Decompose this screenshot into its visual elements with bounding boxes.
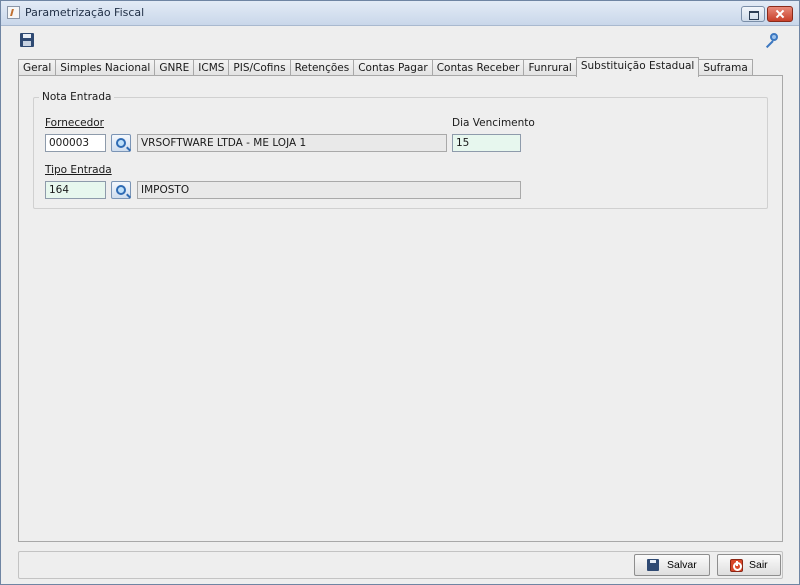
dia-vencimento-field[interactable]: 15 xyxy=(452,134,521,152)
app-icon xyxy=(7,6,20,19)
magnifier-icon xyxy=(116,138,126,148)
restore-button[interactable] xyxy=(741,6,765,22)
fornecedor-label: Fornecedor xyxy=(45,117,104,129)
close-button[interactable] xyxy=(767,6,793,22)
key-icon xyxy=(765,40,774,49)
tab-panel-substituicao-estadual: Nota Entrada Fornecedor 000003 VRSOFTWAR… xyxy=(18,75,783,542)
tipo-entrada-code-field[interactable]: 164 xyxy=(45,181,106,199)
toolbar-save-button[interactable] xyxy=(19,32,35,48)
fornecedor-description-field: VRSOFTWARE LTDA - ME LOJA 1 xyxy=(137,134,447,152)
main-window: Parametrização Fiscal Geral Simples Nacio… xyxy=(0,0,800,585)
nota-entrada-group: Nota Entrada Fornecedor 000003 VRSOFTWAR… xyxy=(33,91,768,209)
window-title: Parametrização Fiscal xyxy=(25,6,145,19)
sair-label: Sair xyxy=(749,559,768,571)
dia-vencimento-label: Dia Vencimento xyxy=(452,117,535,129)
tipo-entrada-description-field: IMPOSTO xyxy=(137,181,521,199)
tipo-entrada-lookup-button[interactable] xyxy=(111,181,131,199)
exit-icon xyxy=(730,559,743,572)
tipo-entrada-label: Tipo Entrada xyxy=(45,164,112,176)
magnifier-icon xyxy=(116,185,126,195)
floppy-disk-icon xyxy=(20,33,34,47)
tab-strip: Geral Simples Nacional GNRE ICMS PIS/Cofins R… xyxy=(18,57,753,77)
sair-button[interactable]: Sair xyxy=(717,554,781,576)
fornecedor-lookup-button[interactable] xyxy=(111,134,131,152)
title-bar: Parametrização Fiscal xyxy=(1,1,799,26)
toolbar-key-button[interactable] xyxy=(763,32,779,49)
fornecedor-code-field[interactable]: 000003 xyxy=(45,134,106,152)
tab-substituicao-estadual[interactable]: Substituição Estadual xyxy=(575,57,700,77)
group-title: Nota Entrada xyxy=(39,91,115,103)
salvar-label: Salvar xyxy=(667,559,697,571)
floppy-disk-icon xyxy=(647,559,659,571)
salvar-button[interactable]: Salvar xyxy=(634,554,710,576)
